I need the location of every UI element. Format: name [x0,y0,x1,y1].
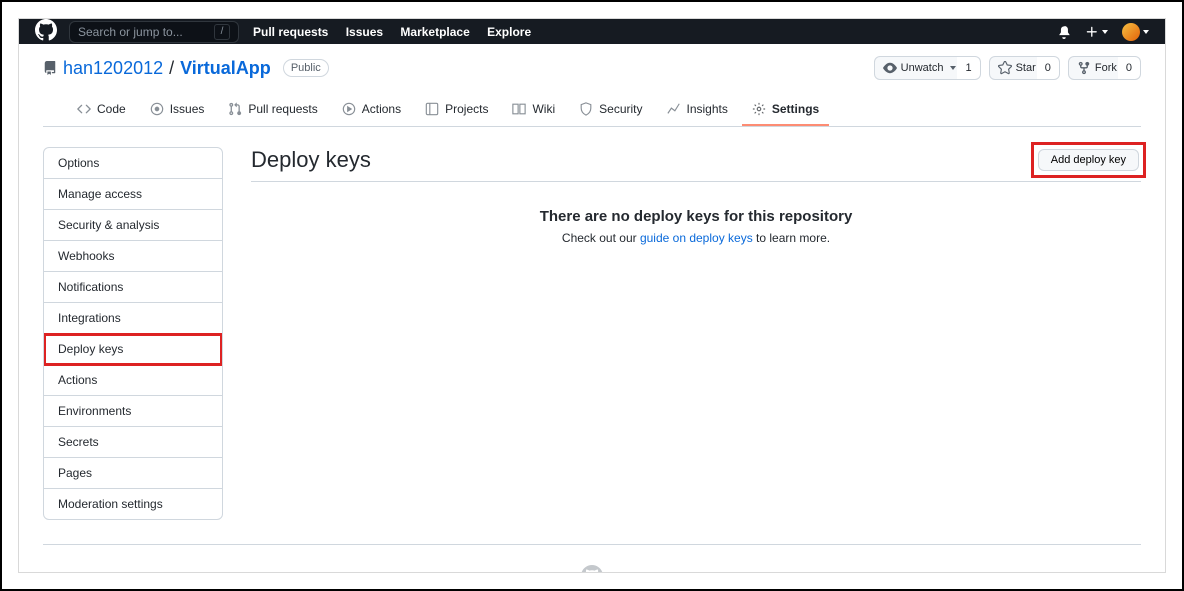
avatar-icon [1122,23,1140,41]
tab-actions[interactable]: Actions [332,94,411,126]
shield-icon [579,102,593,116]
sidebar-item-secrets[interactable]: Secrets [44,427,222,458]
footer-pricing[interactable]: Pricing [746,572,780,574]
fork-count[interactable]: 0 [1118,56,1141,80]
tab-pulls[interactable]: Pull requests [218,94,327,126]
path-separator: / [169,58,174,79]
sidebar-item-moderation[interactable]: Moderation settings [44,489,222,519]
footer-status[interactable]: Status [358,572,389,574]
global-header: Search or jump to... / Pull requests Iss… [19,19,1165,44]
star-icon [998,61,1012,75]
footer-security[interactable]: Security [290,572,330,574]
empty-text-post: to learn more. [753,231,830,245]
tab-code[interactable]: Code [67,94,136,126]
tab-insights[interactable]: Insights [657,94,738,126]
add-deploy-key-button[interactable]: Add deploy key [1038,149,1139,171]
footer-blog[interactable]: Blog [921,572,943,574]
sidebar-item-pages[interactable]: Pages [44,458,222,489]
sidebar-item-manage-access[interactable]: Manage access [44,179,222,210]
visibility-badge: Public [283,59,329,77]
content-area: Deploy keys Add deploy key There are no … [247,147,1141,520]
search-placeholder: Search or jump to... [78,25,183,39]
slash-key-icon: / [214,24,230,40]
issues-icon [150,102,164,116]
repo-owner-link[interactable]: han1202012 [63,58,163,79]
notifications-icon[interactable] [1057,25,1071,39]
fork-icon [1077,61,1091,75]
footer-contact[interactable]: Contact GitHub [643,572,718,574]
empty-text-pre: Check out our [562,231,640,245]
nav-explore[interactable]: Explore [487,25,531,39]
page-title: Deploy keys [251,147,371,173]
github-mark-icon[interactable] [581,565,603,573]
play-icon [342,102,356,116]
repo-header: han1202012 / VirtualApp Public Unwatch 1 [19,44,1165,127]
guide-link[interactable]: guide on deploy keys [640,231,753,245]
code-icon [77,102,91,116]
empty-state: There are no deploy keys for this reposi… [251,208,1141,245]
graph-icon [667,102,681,116]
footer: © 2021 GitHub, Inc. Terms Privacy Securi… [19,545,1165,573]
footer-terms[interactable]: Terms [168,572,198,574]
tab-projects[interactable]: Projects [415,94,498,126]
book-icon [512,102,526,116]
sidebar-item-webhooks[interactable]: Webhooks [44,241,222,272]
footer-privacy[interactable]: Privacy [226,572,262,574]
settings-sidebar: Options Manage access Security & analysi… [43,147,223,520]
create-new-icon[interactable] [1085,25,1108,39]
github-logo-icon[interactable] [35,19,57,44]
sidebar-item-options[interactable]: Options [44,148,222,179]
tab-settings[interactable]: Settings [742,94,829,126]
nav-pulls[interactable]: Pull requests [253,25,328,39]
copyright: © 2021 GitHub, Inc. [43,572,140,574]
sidebar-item-integrations[interactable]: Integrations [44,303,222,334]
tab-security[interactable]: Security [569,94,652,126]
sidebar-item-actions[interactable]: Actions [44,365,222,396]
pull-request-icon [228,102,242,116]
tab-wiki[interactable]: Wiki [502,94,565,126]
gear-icon [752,102,766,116]
user-menu[interactable] [1122,23,1149,41]
sidebar-item-notifications[interactable]: Notifications [44,272,222,303]
sidebar-item-security-analysis[interactable]: Security & analysis [44,210,222,241]
unwatch-button[interactable]: Unwatch [874,56,966,80]
sidebar-item-environments[interactable]: Environments [44,396,222,427]
global-nav: Pull requests Issues Marketplace Explore [253,25,545,39]
search-input[interactable]: Search or jump to... / [69,21,239,43]
repo-tabs: Code Issues Pull requests Actions Projec… [43,94,1141,127]
sidebar-item-deploy-keys[interactable]: Deploy keys [44,334,222,365]
repo-icon [43,61,57,75]
footer-docs[interactable]: Docs [417,572,442,574]
empty-title: There are no deploy keys for this reposi… [251,208,1141,225]
nav-marketplace[interactable]: Marketplace [400,25,469,39]
footer-training[interactable]: Training [854,572,893,574]
star-count[interactable]: 0 [1037,56,1060,80]
tab-issues[interactable]: Issues [140,94,215,126]
footer-about[interactable]: About [971,572,1000,574]
nav-issues[interactable]: Issues [346,25,383,39]
footer-api[interactable]: API [808,572,826,574]
watch-count[interactable]: 1 [957,56,980,80]
projects-icon [425,102,439,116]
repo-name-link[interactable]: VirtualApp [180,58,271,79]
eye-icon [883,61,897,75]
